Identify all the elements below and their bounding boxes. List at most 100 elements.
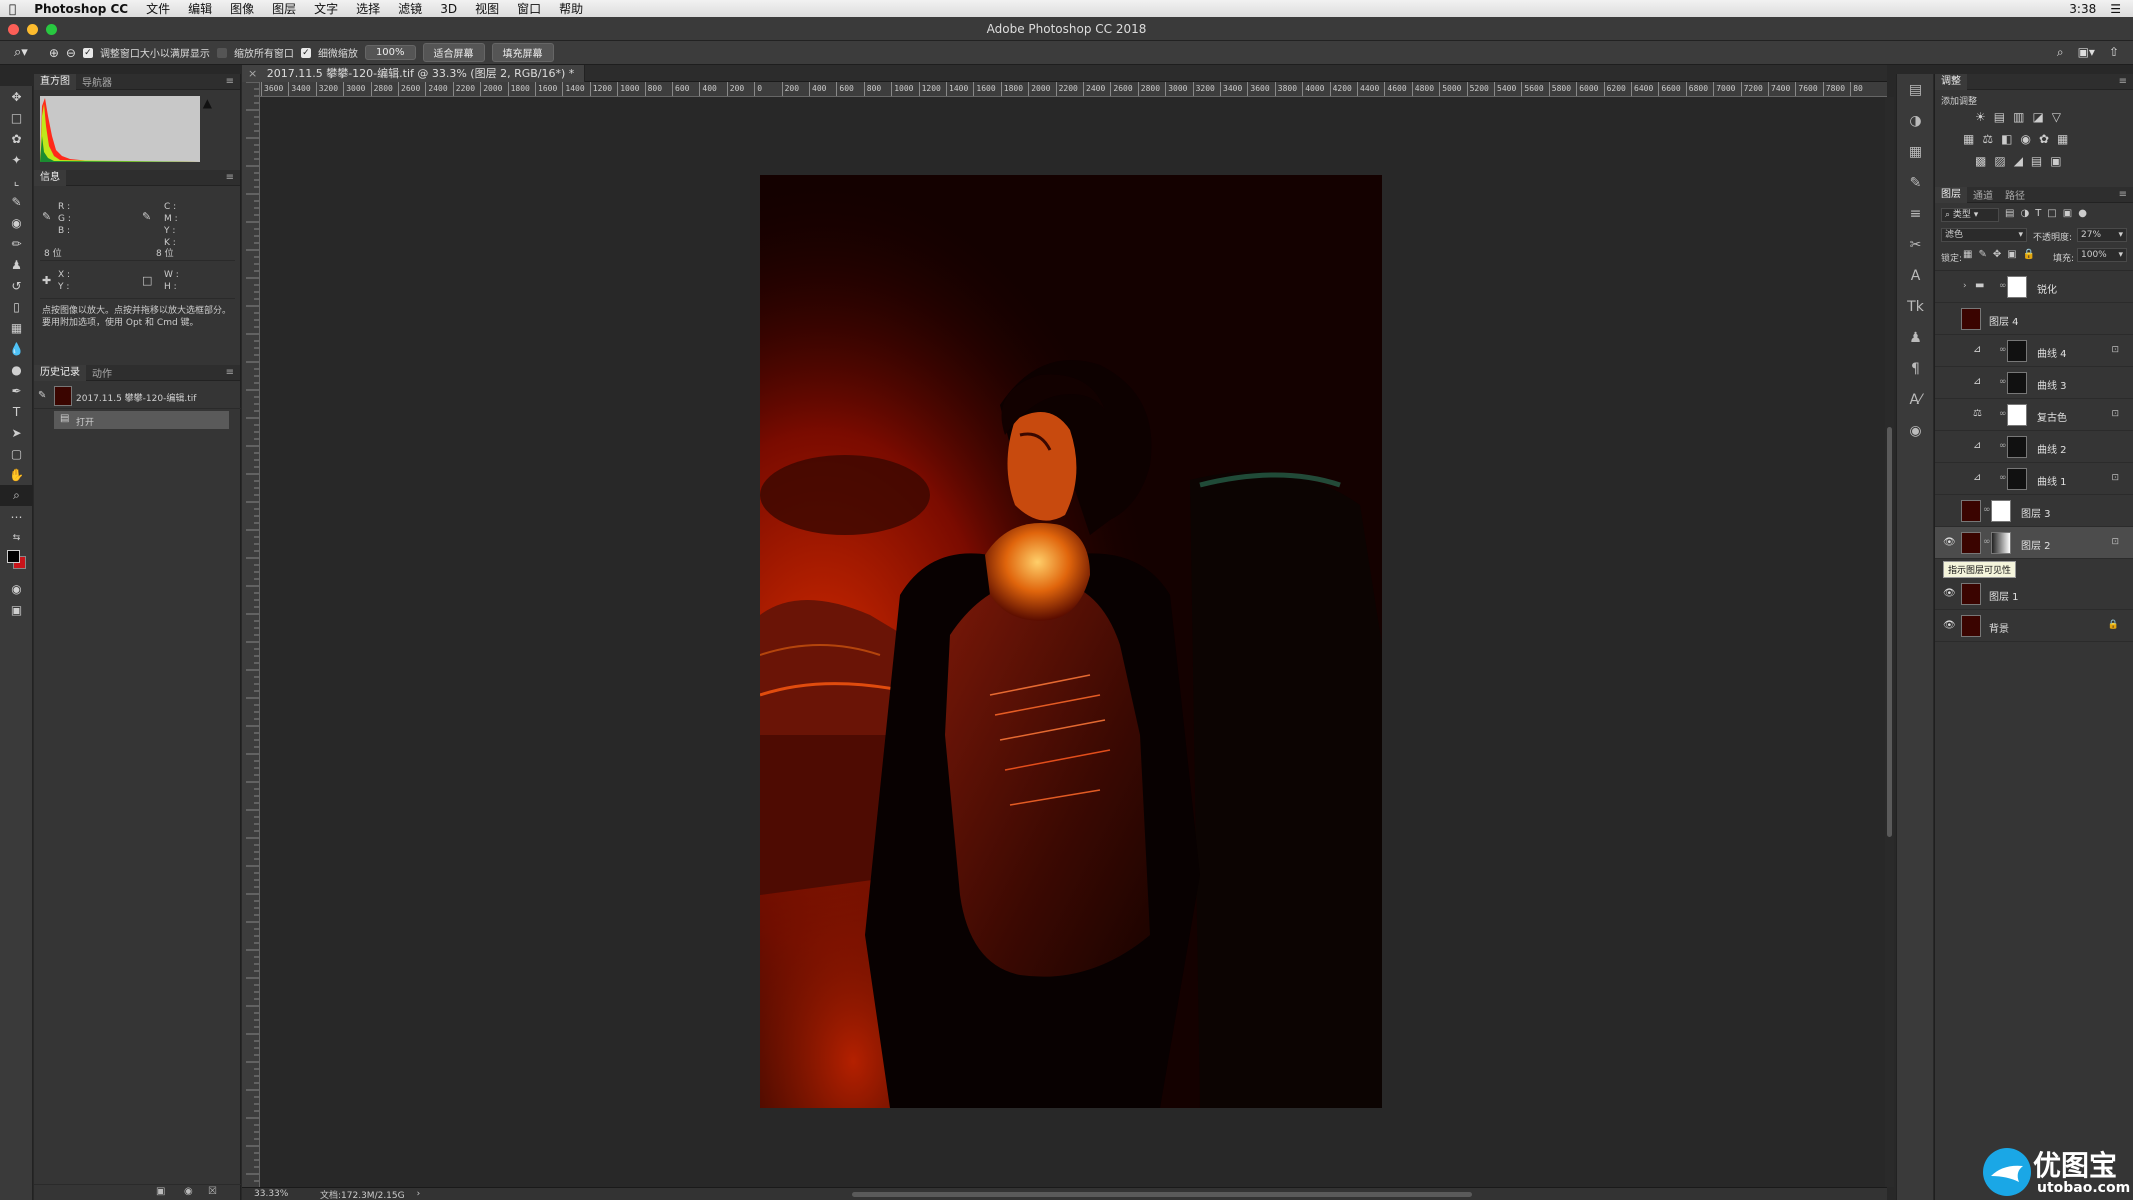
menu-window[interactable]: 窗口 — [508, 0, 550, 17]
layer-row[interactable]: 👁 ∞ 图层 2 ⊡ — [1935, 527, 2133, 559]
history-snapshot[interactable]: ✎ 2017.11.5 攀攀-120-编辑.tif — [34, 383, 241, 409]
layer-mask-thumbnail[interactable] — [2007, 468, 2027, 490]
screen-mode-icon[interactable]: ▣ — [0, 599, 33, 620]
tab-adjustments[interactable]: 调整 — [1935, 73, 1967, 90]
layer-mask-thumbnail[interactable] — [2007, 372, 2027, 394]
document-image[interactable] — [760, 175, 1382, 1108]
character-styles-icon[interactable]: A⁄ — [1897, 384, 1934, 415]
eraser-tool-icon[interactable]: ▯ — [0, 296, 33, 317]
visibility-eye-icon[interactable]: 👁 — [1943, 537, 1956, 548]
close-tab-icon[interactable]: × — [248, 67, 257, 80]
vertical-scrollbar[interactable] — [1885, 97, 1894, 1187]
black-white-icon[interactable]: ◧ — [2001, 132, 2012, 146]
move-tool-icon[interactable]: ✥ — [0, 86, 33, 107]
layer-row[interactable]: › ▬ ∞ 锐化 — [1935, 271, 2133, 303]
menu-type[interactable]: 文字 — [305, 0, 347, 17]
share-icon[interactable]: ⇧ — [2109, 45, 2119, 60]
lock-image-icon[interactable]: ✎ — [1978, 249, 1986, 260]
3d-icon[interactable]: ◉ — [1897, 415, 1934, 446]
horizontal-scrollbar-thumb[interactable] — [852, 1192, 1472, 1197]
crop-tool-icon[interactable]: ⌞ — [0, 170, 33, 191]
clone-source-icon[interactable]: ♟ — [1897, 322, 1934, 353]
color-icon[interactable]: ◑ — [1897, 105, 1934, 136]
lock-artboard-icon[interactable]: ▣ — [2007, 249, 2016, 260]
zoom-in-icon[interactable]: ⊕ — [49, 46, 59, 60]
fill-field[interactable]: 100% ▾ — [2077, 248, 2127, 262]
layer-mask-thumbnail[interactable] — [2007, 276, 2027, 298]
layer-row[interactable]: ∞ 图层 3 — [1935, 495, 2133, 527]
trash-icon[interactable]: ☒ — [208, 1186, 217, 1197]
camera-icon[interactable]: ◉ — [184, 1186, 193, 1197]
swatches-icon[interactable]: ▦ — [1897, 136, 1934, 167]
menu-image[interactable]: 图像 — [221, 0, 263, 17]
path-selection-tool-icon[interactable]: ➤ — [0, 422, 33, 443]
hand-tool-icon[interactable]: ✋ — [0, 464, 33, 485]
layer-row[interactable]: ⊿ ∞ 曲线 1 ⊡ — [1935, 463, 2133, 495]
mask-link-icon[interactable]: ∞ — [1983, 505, 1991, 515]
menu-layer[interactable]: 图层 — [263, 0, 305, 17]
workspace-icon[interactable]: ▣▾ — [2078, 45, 2095, 60]
zoom-level-field[interactable]: 33.33% — [254, 1189, 304, 1199]
brushes-icon[interactable]: ✎ — [1897, 167, 1934, 198]
layer-mask-thumbnail[interactable] — [2007, 436, 2027, 458]
fit-screen-button[interactable]: 适合屏幕 — [422, 43, 485, 62]
zoom-tool-icon[interactable]: ⌕ — [0, 485, 33, 506]
photo-filter-icon[interactable]: ◉ — [2020, 132, 2030, 146]
mask-link-icon[interactable]: ∞ — [1999, 345, 2007, 355]
mask-link-icon[interactable]: ∞ — [1999, 281, 2007, 291]
magic-wand-tool-icon[interactable]: ✦ — [0, 149, 33, 170]
mask-link-icon[interactable]: ∞ — [1999, 473, 2007, 483]
character-icon[interactable]: A — [1897, 260, 1934, 291]
posterize-icon[interactable]: ▨ — [1994, 154, 2005, 168]
filter-pixel-icon[interactable]: ▤ — [2005, 208, 2014, 219]
tab-layers[interactable]: 图层 — [1935, 186, 1967, 203]
menu-select[interactable]: 选择 — [347, 0, 389, 17]
tab-info[interactable]: 信息 — [34, 169, 66, 186]
brush-settings-icon[interactable]: ≡ — [1897, 198, 1934, 229]
maximize-window-button[interactable] — [46, 24, 57, 35]
new-document-from-state-icon[interactable]: ▣ — [156, 1186, 165, 1197]
resize-windows-checkbox[interactable]: ✓ — [82, 47, 93, 58]
lock-all-icon[interactable]: 🔒 — [2023, 249, 2035, 260]
layer-mask-thumbnail[interactable] — [1991, 532, 2011, 554]
menu-3d[interactable]: 3D — [431, 2, 466, 16]
warning-triangle-icon[interactable]: ▲ — [203, 96, 212, 110]
panel-menu-icon[interactable]: ≡ — [2119, 189, 2127, 200]
panel-menu-icon[interactable]: ≡ — [226, 172, 234, 183]
blend-mode-select[interactable]: 滤色 ▾ — [1941, 228, 2027, 242]
exposure-icon[interactable]: ◪ — [2032, 110, 2043, 124]
document-tab[interactable]: × 2017.11.5 攀攀-120-编辑.tif @ 33.3% (图层 2,… — [242, 64, 586, 82]
close-window-button[interactable] — [8, 24, 19, 35]
minimize-window-button[interactable] — [27, 24, 38, 35]
lock-transparent-icon[interactable]: ▦ — [1963, 249, 1972, 260]
threshold-icon[interactable]: ◢ — [2014, 154, 2023, 168]
glyphs-icon[interactable]: Tk — [1897, 291, 1934, 322]
tab-navigator[interactable]: 导航器 — [76, 74, 118, 89]
more-tools-icon[interactable]: ⋯ — [0, 506, 33, 527]
layer-row[interactable]: 👁 图层 1 — [1935, 578, 2133, 610]
layer-mask-thumbnail[interactable] — [1991, 500, 2011, 522]
filter-type-icon[interactable]: T — [2035, 208, 2041, 219]
type-tool-icon[interactable]: T — [0, 401, 33, 422]
filter-adjustment-icon[interactable]: ◑ — [2020, 208, 2029, 219]
menu-app-name[interactable]: Photoshop CC — [25, 2, 137, 16]
fill-screen-button[interactable]: 填充屏幕 — [491, 43, 554, 62]
hue-saturation-icon[interactable]: ▦ — [1963, 132, 1974, 146]
zoom-all-windows-checkbox[interactable] — [216, 47, 227, 58]
libraries-icon[interactable]: ▤ — [1897, 74, 1934, 105]
visibility-eye-icon[interactable]: 👁 — [1943, 588, 1956, 599]
vibrance-icon[interactable]: ▽ — [2052, 110, 2061, 124]
healing-brush-tool-icon[interactable]: ◉ — [0, 212, 33, 233]
layer-row[interactable]: 图层 4 — [1935, 303, 2133, 335]
panel-menu-icon[interactable]: ≡ — [2119, 76, 2127, 87]
layer-row[interactable]: ⊿ ∞ 曲线 4 ⊡ — [1935, 335, 2133, 367]
menu-edit[interactable]: 编辑 — [179, 0, 221, 17]
search-icon[interactable]: ⌕ — [2057, 45, 2064, 60]
layer-row[interactable]: ⊿ ∞ 曲线 2 — [1935, 431, 2133, 463]
tool-presets-icon[interactable]: ✂ — [1897, 229, 1934, 260]
tab-histogram[interactable]: 直方图 — [34, 73, 76, 90]
tab-history[interactable]: 历史记录 — [34, 364, 86, 381]
color-balance-icon[interactable]: ⚖ — [1982, 132, 1993, 146]
color-lookup-icon[interactable]: ▦ — [2057, 132, 2068, 146]
apple-menu-icon[interactable]:  — [0, 2, 25, 16]
